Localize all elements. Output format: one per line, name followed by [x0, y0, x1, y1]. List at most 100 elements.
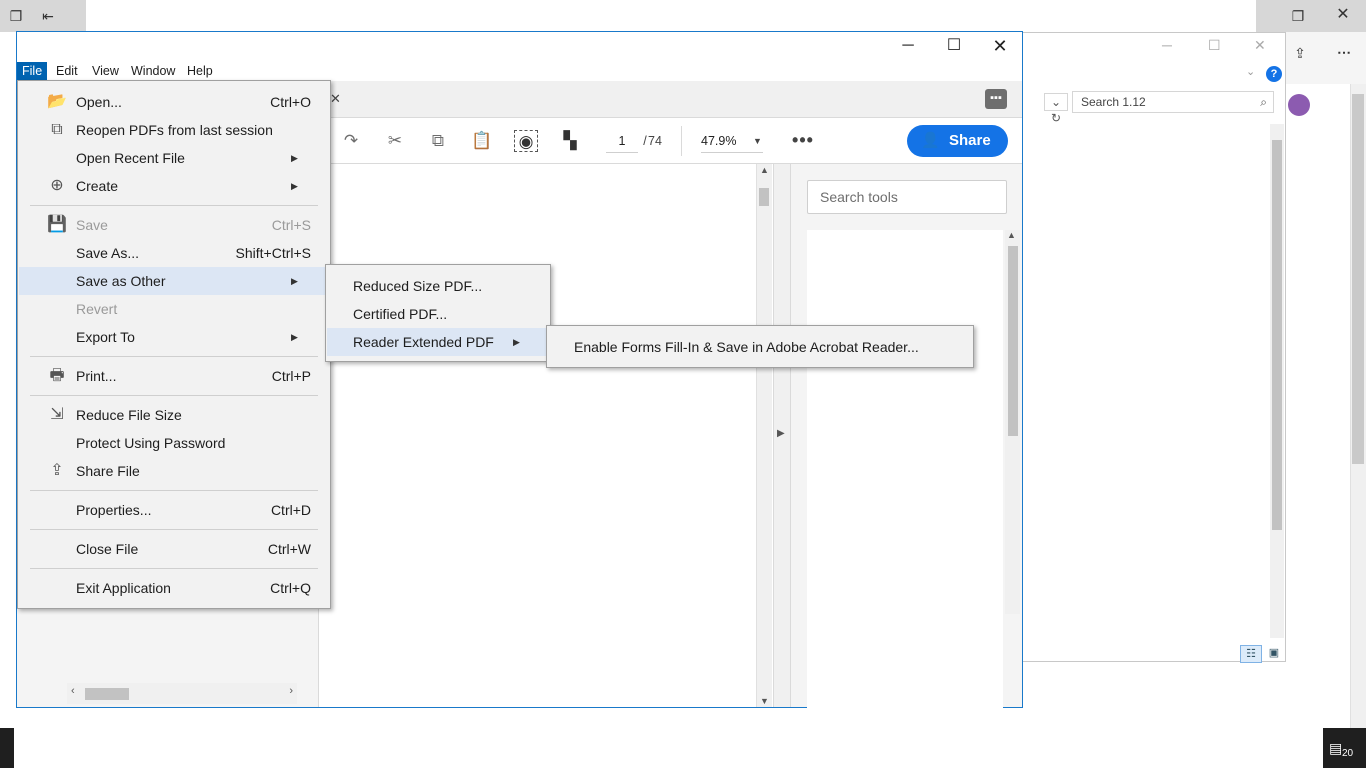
- large-icons-view-icon[interactable]: ▣: [1264, 645, 1284, 663]
- paste-icon[interactable]: 📋: [470, 130, 494, 152]
- explorer-scrollbar-thumb[interactable]: [1272, 140, 1282, 530]
- menu-reader-extended-pdf[interactable]: Reader Extended PDF ▶: [327, 328, 549, 356]
- menu-print[interactable]: 🖶 Print... Ctrl+P: [19, 362, 329, 390]
- page-total: 74: [648, 134, 662, 148]
- minimize-icon[interactable]: ─: [1162, 37, 1172, 53]
- menu-window[interactable]: Window: [126, 62, 180, 81]
- page-number-input[interactable]: 1: [606, 129, 638, 153]
- menu-enable-forms-fill-in[interactable]: Enable Forms Fill-In & Save in Adobe Acr…: [548, 333, 972, 361]
- menu-reopen[interactable]: ⧉ Reopen PDFs from last session: [19, 116, 329, 144]
- menu-bar: File Edit View Window Help: [17, 62, 1022, 81]
- toolbar-divider: [681, 126, 682, 156]
- menu-share-file[interactable]: ⇪ Share File: [19, 457, 329, 485]
- expand-pane-icon[interactable]: ▶: [777, 428, 785, 439]
- taskbar: [0, 728, 1366, 768]
- details-view-icon[interactable]: ☷: [1240, 645, 1262, 663]
- menu-create[interactable]: ⊕ Create ▶: [19, 172, 329, 200]
- chevron-down-icon[interactable]: ▼: [753, 129, 765, 153]
- scroll-up-icon[interactable]: ▲: [760, 165, 769, 175]
- tab-actions-icon[interactable]: ❐: [8, 8, 24, 24]
- restore-icon[interactable]: ❐: [1290, 8, 1306, 24]
- save-icon: 💾: [47, 216, 67, 233]
- menu-close-file[interactable]: Close File Ctrl+W: [19, 535, 329, 563]
- help-icon[interactable]: ?: [1266, 66, 1282, 82]
- pane-collapse-strip[interactable]: ▶: [773, 164, 791, 707]
- share-button[interactable]: 👤 Share: [907, 125, 1008, 157]
- navigation-hscroll-thumb[interactable]: [85, 688, 129, 700]
- save-as-other-submenu: Reduced Size PDF... Certified PDF... Rea…: [325, 264, 551, 362]
- notification-count: 20: [1342, 748, 1354, 759]
- menu-export-to[interactable]: Export To ▶: [19, 323, 329, 351]
- menu-view[interactable]: View: [87, 62, 124, 81]
- menu-open[interactable]: 📂 Open... Ctrl+O: [19, 88, 329, 116]
- tools-list: [807, 230, 1003, 708]
- menu-reduce-size[interactable]: ⇲ Reduce File Size: [19, 401, 329, 429]
- submenu-arrow-icon: ▶: [291, 276, 298, 286]
- scissors-icon[interactable]: ✂: [383, 130, 407, 152]
- search-icon: ⌕: [1260, 95, 1267, 109]
- document-view[interactable]: [320, 164, 755, 707]
- menu-reduced-size-pdf[interactable]: Reduced Size PDF...: [327, 272, 549, 300]
- more-options-icon[interactable]: ⋯: [1336, 44, 1352, 60]
- background-tab-area: [86, 0, 1256, 32]
- browser-scrollbar-thumb[interactable]: [1352, 94, 1364, 464]
- menu-edit[interactable]: Edit: [51, 62, 83, 81]
- file-menu: 📂 Open... Ctrl+O ⧉ Reopen PDFs from last…: [17, 80, 331, 609]
- title-bar: ─ ☐ ✕: [17, 32, 1022, 62]
- menu-help[interactable]: Help: [182, 62, 218, 81]
- more-tools-icon[interactable]: •••: [790, 129, 816, 153]
- menu-protect[interactable]: Protect Using Password: [19, 429, 329, 457]
- menu-save-as-other[interactable]: Save as Other ▶: [19, 267, 329, 295]
- maximize-icon[interactable]: ☐: [1208, 37, 1221, 54]
- reader-extended-submenu: Enable Forms Fill-In & Save in Adobe Acr…: [546, 325, 974, 368]
- menu-certified-pdf[interactable]: Certified PDF...: [327, 300, 549, 328]
- add-user-icon: 👤: [921, 132, 940, 149]
- menu-separator: [30, 205, 318, 206]
- scroll-up-icon[interactable]: ▲: [1007, 230, 1016, 240]
- search-placeholder: Search 1.12: [1081, 95, 1146, 109]
- printer-icon: 🖶: [49, 367, 65, 384]
- tools-pane: Search tools ▲: [791, 164, 1022, 708]
- refresh-button[interactable]: ⌄ ↻: [1044, 93, 1068, 125]
- close-icon[interactable]: ✕: [1254, 37, 1266, 54]
- document-scrollbar[interactable]: ▲ ▼: [756, 164, 772, 707]
- menu-separator: [30, 490, 318, 491]
- scroll-right-icon[interactable]: ›: [289, 685, 293, 697]
- submenu-arrow-icon: ▶: [291, 153, 298, 163]
- scroll-down-icon[interactable]: ▼: [760, 696, 769, 706]
- menu-exit[interactable]: Exit Application Ctrl+Q: [19, 574, 329, 602]
- find-icon[interactable]: ▚: [558, 130, 582, 152]
- tools-scroll-thumb[interactable]: [1008, 246, 1018, 436]
- document-scroll-thumb[interactable]: [759, 188, 769, 206]
- maximize-button[interactable]: ☐: [931, 32, 977, 62]
- chevron-down-icon[interactable]: ⌄: [1246, 65, 1255, 78]
- close-tab-icon[interactable]: ✕: [330, 91, 341, 107]
- share-icon[interactable]: ⇪: [1292, 45, 1308, 61]
- comment-icon[interactable]: ▪▪▪: [985, 89, 1007, 109]
- menu-properties[interactable]: Properties... Ctrl+D: [19, 496, 329, 524]
- menu-separator: [30, 568, 318, 569]
- explorer-search-input[interactable]: Search 1.12 ⌕: [1072, 91, 1274, 113]
- copy-icon[interactable]: ⧉: [426, 130, 450, 152]
- scroll-left-icon[interactable]: ‹: [71, 685, 75, 697]
- menu-file[interactable]: File: [17, 62, 48, 81]
- back-tabs-icon[interactable]: ⇤: [40, 8, 56, 24]
- notification-center[interactable]: ▤ 20: [1323, 728, 1366, 768]
- minimize-button[interactable]: ─: [885, 32, 931, 62]
- snapshot-icon[interactable]: ◉: [514, 130, 538, 152]
- menu-revert[interactable]: Revert: [19, 295, 329, 323]
- tools-search-input[interactable]: Search tools: [807, 180, 1007, 214]
- menu-save-as[interactable]: Save As... Shift+Ctrl+S: [19, 239, 329, 267]
- redo-icon[interactable]: ↷: [339, 130, 363, 152]
- menu-separator: [30, 395, 318, 396]
- menu-open-recent[interactable]: Open Recent File ▶: [19, 144, 329, 172]
- share-button-label: Share: [949, 132, 991, 149]
- menu-save[interactable]: 💾 Save Ctrl+S: [19, 211, 329, 239]
- close-icon[interactable]: ✕: [1335, 7, 1351, 23]
- avatar[interactable]: [1288, 94, 1310, 116]
- folder-open-icon: 📂: [47, 93, 67, 110]
- taskbar-start[interactable]: [0, 728, 14, 768]
- reopen-icon: ⧉: [51, 121, 63, 138]
- create-icon: ⊕: [50, 177, 64, 194]
- close-button[interactable]: ✕: [977, 32, 1023, 62]
